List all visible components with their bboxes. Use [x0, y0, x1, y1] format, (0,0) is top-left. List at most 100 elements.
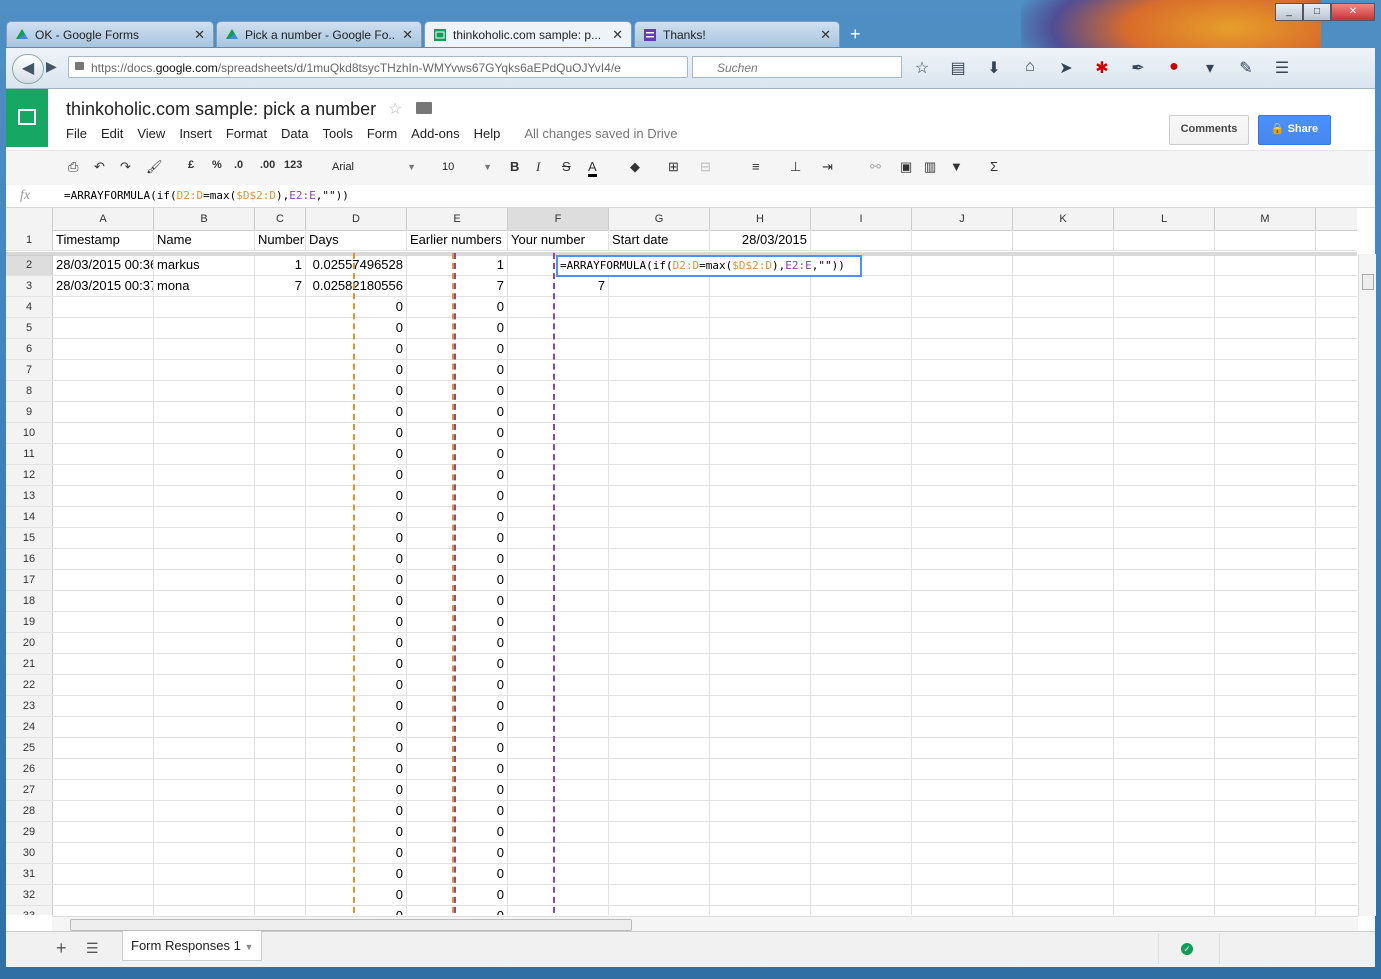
cell-i[interactable] [811, 801, 912, 821]
cell-g[interactable] [609, 297, 710, 317]
cell-i[interactable] [811, 528, 912, 548]
cell-i[interactable] [811, 675, 912, 695]
bookmarks-list-icon[interactable]: ▤ [947, 58, 969, 78]
cell-a[interactable] [53, 465, 154, 485]
share-button[interactable]: 🔒 Share [1258, 115, 1331, 145]
cell-i[interactable] [811, 822, 912, 842]
cell-m[interactable] [1215, 717, 1316, 737]
cell-m[interactable] [1215, 297, 1316, 317]
cell-h[interactable] [710, 549, 811, 569]
cell-a[interactable] [53, 570, 154, 590]
cell-a[interactable] [53, 528, 154, 548]
cell-h[interactable] [710, 528, 811, 548]
row-header[interactable]: 24 [6, 717, 53, 737]
cell-k[interactable] [1013, 444, 1114, 464]
cell-j[interactable] [912, 843, 1013, 863]
close-tab-icon[interactable]: ✕ [612, 27, 623, 43]
cell-l[interactable] [1114, 654, 1215, 674]
row-header[interactable]: 27 [6, 780, 53, 800]
cell-a[interactable] [53, 759, 154, 779]
sheets-logo[interactable] [6, 89, 48, 147]
cell-m[interactable] [1215, 570, 1316, 590]
cell-c[interactable] [255, 759, 306, 779]
cell-a[interactable] [53, 444, 154, 464]
minimize-button[interactable]: _ [1275, 3, 1303, 21]
cell-k[interactable] [1013, 318, 1114, 338]
cell-m[interactable] [1215, 843, 1316, 863]
url-bar[interactable]: https://docs.google.com/spreadsheets/d/1… [68, 56, 688, 78]
cell-l[interactable] [1114, 885, 1215, 905]
cell-j[interactable] [912, 717, 1013, 737]
row-header[interactable]: 18 [6, 591, 53, 611]
cell-a[interactable] [53, 318, 154, 338]
increase-decimal-button[interactable]: .00 [260, 159, 275, 171]
cell-j[interactable] [912, 675, 1013, 695]
row-header[interactable]: 9 [6, 402, 53, 422]
cell-k[interactable] [1013, 801, 1114, 821]
redo-icon[interactable]: ↷ [120, 159, 131, 175]
home-icon[interactable]: ⌂ [1019, 58, 1041, 78]
cell-b[interactable] [154, 591, 255, 611]
cell-a[interactable] [53, 843, 154, 863]
cell-l[interactable] [1114, 675, 1215, 695]
cell-h[interactable] [710, 822, 811, 842]
cell-m[interactable] [1215, 759, 1316, 779]
row-header[interactable]: 7 [6, 360, 53, 380]
cell-j[interactable] [912, 570, 1013, 590]
cell-a[interactable] [53, 486, 154, 506]
cell-k[interactable] [1013, 675, 1114, 695]
cell-c[interactable] [255, 717, 306, 737]
cell-h[interactable] [710, 570, 811, 590]
cell-h[interactable] [710, 339, 811, 359]
cell-b[interactable] [154, 717, 255, 737]
cell-b[interactable] [154, 465, 255, 485]
cell-k[interactable] [1013, 339, 1114, 359]
cell-k[interactable] [1013, 612, 1114, 632]
cell-k[interactable] [1013, 843, 1114, 863]
cell-a[interactable] [53, 612, 154, 632]
cell-b[interactable] [154, 444, 255, 464]
cell-c[interactable] [255, 381, 306, 401]
cell-g[interactable] [609, 654, 710, 674]
cell-l[interactable] [1114, 717, 1215, 737]
column-header-g[interactable]: G [609, 208, 710, 230]
cell-k[interactable] [1013, 465, 1114, 485]
cell-b[interactable] [154, 906, 255, 915]
menu-addons[interactable]: Add-ons [411, 126, 459, 141]
cell-m[interactable] [1215, 507, 1316, 527]
cell-g[interactable] [609, 423, 710, 443]
cell-h[interactable] [710, 486, 811, 506]
menu-data[interactable]: Data [281, 126, 308, 141]
cell-g[interactable] [609, 738, 710, 758]
vertical-scroll-thumb[interactable] [1362, 274, 1374, 290]
menu-help[interactable]: Help [474, 126, 501, 141]
cell-m[interactable] [1215, 612, 1316, 632]
cell-l[interactable] [1114, 507, 1215, 527]
cell-b[interactable] [154, 318, 255, 338]
font-size-select[interactable]: 10 ▼ [442, 157, 492, 177]
cell-b[interactable] [154, 297, 255, 317]
cell-m[interactable] [1215, 465, 1316, 485]
cell-l[interactable] [1114, 255, 1215, 275]
cell-a[interactable] [53, 801, 154, 821]
column-header-e[interactable]: E [407, 208, 508, 230]
cell-c[interactable] [255, 318, 306, 338]
cell-g[interactable] [609, 528, 710, 548]
cell-g[interactable] [609, 633, 710, 653]
adblock-icon[interactable]: ● [1163, 58, 1185, 78]
row-header[interactable]: 32 [6, 885, 53, 905]
cell-g[interactable] [609, 717, 710, 737]
cell-c[interactable]: Number [255, 230, 306, 250]
cell-h[interactable] [710, 381, 811, 401]
cell-c[interactable] [255, 486, 306, 506]
cell-i[interactable] [811, 780, 912, 800]
bookmark-star-icon[interactable]: ☆ [911, 58, 933, 78]
sheet-tab-form-responses[interactable]: Form Responses 1 ▼ [122, 931, 262, 961]
cell-a[interactable] [53, 507, 154, 527]
column-header-f[interactable]: F [508, 208, 609, 230]
cell-i[interactable] [811, 360, 912, 380]
cell-g[interactable] [609, 822, 710, 842]
cell-k[interactable] [1013, 381, 1114, 401]
cell-g[interactable] [609, 570, 710, 590]
cell-a[interactable] [53, 381, 154, 401]
